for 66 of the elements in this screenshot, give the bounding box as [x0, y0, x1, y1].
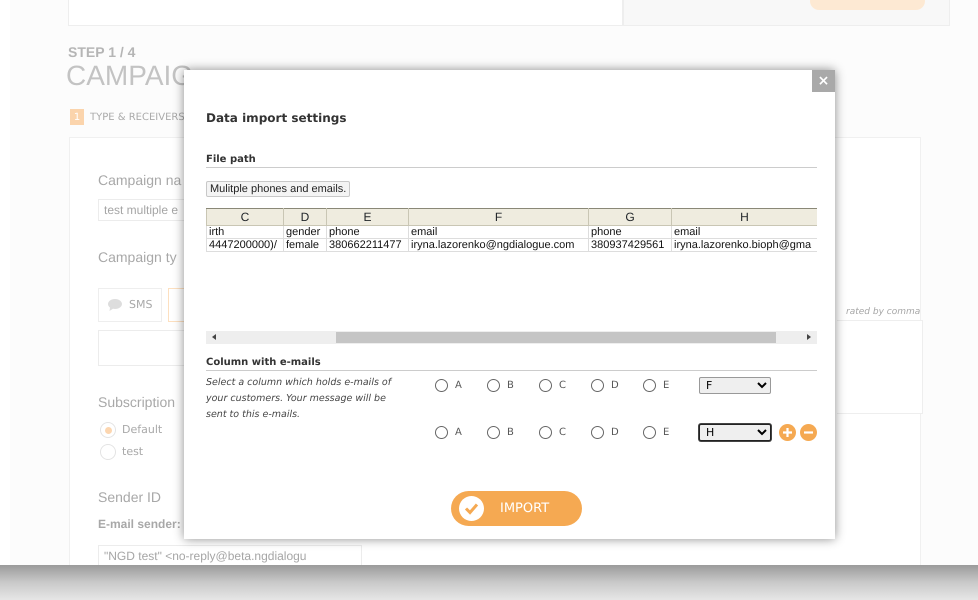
- section-title: Column with e-mails: [206, 357, 817, 371]
- radio-label: E: [663, 378, 670, 392]
- step-label: STEP 1 / 4: [68, 44, 136, 60]
- column-select[interactable]: H: [699, 424, 771, 440]
- radio-button[interactable]: [487, 378, 500, 392]
- section-label: Sender ID: [98, 489, 162, 505]
- radio-button[interactable]: [435, 378, 448, 392]
- radio-button[interactable]: [643, 426, 656, 438]
- column-header: D: [284, 208, 326, 226]
- column-select[interactable]: F: [699, 376, 771, 394]
- close-button[interactable]: ×: [812, 70, 835, 92]
- radio-label: B: [507, 378, 514, 392]
- table-cell: 380662211477: [326, 238, 408, 252]
- radio-button[interactable]: [591, 378, 604, 392]
- radio-label: C: [559, 378, 566, 392]
- option-label: SMS: [129, 296, 152, 313]
- step-label: TYPE & RECEIVERS: [90, 110, 185, 124]
- table-cell: email: [672, 226, 817, 238]
- type-option[interactable]: SMS: [98, 288, 162, 322]
- description-text: Select a column which holds e-mails of your customers. Your message will be sent to this e-mails.: [206, 376, 394, 422]
- radio-label: D: [611, 426, 619, 440]
- field-label: Campaign na: [98, 172, 182, 188]
- import-button[interactable]: IMPORT: [451, 491, 582, 526]
- section-title: File path: [206, 154, 817, 168]
- field-label: Campaign ty: [98, 249, 177, 265]
- table-cell: email: [408, 226, 588, 238]
- column-header: G: [588, 208, 672, 226]
- radio-label: test: [122, 444, 144, 460]
- radio-button[interactable]: [539, 378, 552, 392]
- dialog-title: Data import settings: [206, 111, 348, 125]
- table-cell: phone: [588, 226, 672, 238]
- table-cell: female: [284, 238, 326, 252]
- campaign-name-field[interactable]: test multiple e: [98, 199, 184, 221]
- radio-label: D: [611, 378, 619, 392]
- radio-label: Default: [122, 422, 162, 438]
- radio-button[interactable]: [435, 426, 448, 438]
- radio-button[interactable]: [539, 426, 552, 438]
- column-header: H: [672, 208, 817, 226]
- column-header: C: [206, 208, 284, 226]
- page-title: CAMPAIG: [66, 60, 194, 92]
- table-cell: phone: [326, 226, 408, 238]
- column-header: E: [326, 208, 408, 226]
- check-icon: [459, 496, 484, 521]
- table-cell: iryna.lazorenko.bioph@gma: [672, 238, 817, 252]
- radio-button[interactable]: [591, 426, 604, 438]
- radio-label: E: [663, 426, 670, 440]
- radio-label: C: [559, 426, 566, 440]
- table-cell: 4447200000)/: [206, 238, 284, 252]
- step-number: 1: [70, 109, 84, 125]
- sender-field[interactable]: "NGD test" <no-reply@beta.ngdialogu: [98, 545, 362, 565]
- radio-label: A: [455, 426, 462, 440]
- radio-button[interactable]: [487, 426, 500, 438]
- column-header: F: [408, 208, 588, 226]
- table-cell: 380937429561: [588, 238, 672, 252]
- chat-icon: [107, 298, 123, 312]
- hint-text: rated by comma: [846, 306, 920, 319]
- radio-label: A: [455, 378, 462, 392]
- radio-button[interactable]: [643, 378, 656, 392]
- field-label: E-mail sender:: [98, 517, 181, 531]
- field-label: Subscription: [98, 394, 176, 410]
- scrollbar[interactable]: [206, 331, 817, 344]
- table-cell: irth: [206, 226, 284, 238]
- radio-label: B: [507, 426, 514, 440]
- table-cell: iryna.lazorenko@ngdialogue.com: [408, 238, 588, 252]
- file-button[interactable]: Mulitple phones and emails.: [206, 181, 350, 197]
- table-cell: gender: [284, 226, 326, 238]
